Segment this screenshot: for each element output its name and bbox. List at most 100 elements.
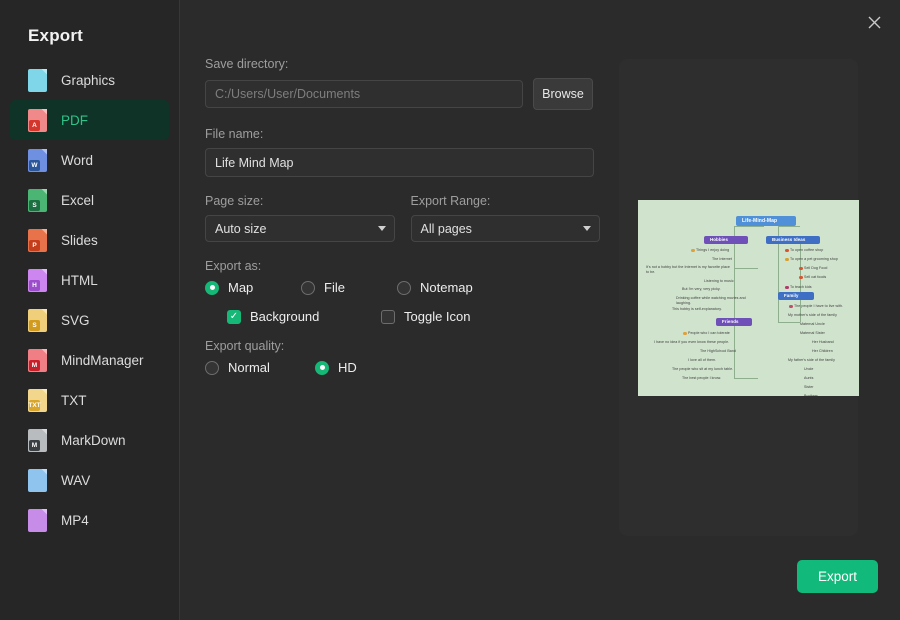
export-dialog: Export Graphics A PDF W Word S Excel P Slides H HT… bbox=[0, 0, 900, 620]
sidebar-item-html[interactable]: H HTML bbox=[10, 260, 169, 300]
export-as-option-notemap[interactable]: Notemap bbox=[397, 280, 517, 295]
export-preview-panel: Life-Mind-Map Hobbies Business Ideas Fam… bbox=[619, 59, 859, 536]
mindmap-root-node: Life-Mind-Map bbox=[736, 216, 796, 226]
file-icon-badge: M bbox=[29, 439, 40, 451]
file-icon-badge: W bbox=[29, 159, 40, 171]
mindmanager-file-icon: M bbox=[28, 348, 47, 372]
sidebar-item-wav[interactable]: WAV bbox=[10, 460, 169, 500]
checkbox-indicator: ✓ bbox=[227, 309, 241, 324]
mp4-file-icon bbox=[28, 508, 47, 532]
mindmap-branch-business: Business Ideas bbox=[766, 236, 820, 244]
sidebar-item-word[interactable]: W Word bbox=[10, 140, 169, 180]
mindmap-leaf: The people who sit at my lunch table. bbox=[672, 367, 734, 371]
sidebar-item-markdown[interactable]: M MarkDown bbox=[10, 420, 169, 460]
mindmap-leaf: It's not a hobby but the Internet is my … bbox=[646, 265, 730, 274]
checkbox-background[interactable]: ✓ Background bbox=[227, 309, 381, 324]
pdf-file-icon: A bbox=[28, 108, 47, 132]
sidebar-item-graphics[interactable]: Graphics bbox=[10, 60, 169, 100]
checkbox-indicator bbox=[381, 309, 395, 324]
sidebar-item-label: Excel bbox=[61, 192, 95, 208]
export-range-select[interactable]: All pages bbox=[410, 215, 600, 242]
word-file-icon: W bbox=[28, 148, 47, 172]
browse-button[interactable]: Browse bbox=[533, 78, 593, 110]
export-quality-option-normal[interactable]: Normal bbox=[205, 360, 315, 375]
sidebar-item-mp4[interactable]: MP4 bbox=[10, 500, 169, 540]
mindmap-leaf: Her Husband bbox=[812, 340, 834, 344]
graphics-file-icon bbox=[28, 68, 47, 92]
radio-indicator bbox=[315, 360, 329, 375]
checkbox-label: Toggle Icon bbox=[404, 309, 471, 324]
export-quality-label: Export quality: bbox=[205, 339, 285, 353]
mindmap-leaf: Aunts bbox=[804, 376, 814, 380]
export-as-radio-group: Map File Notemap bbox=[205, 280, 600, 295]
file-name-input[interactable]: Life Mind Map bbox=[205, 148, 594, 177]
mindmap-leaf: I have no idea if you even know these pe… bbox=[654, 340, 730, 344]
mindmap-leaf: The Internet bbox=[712, 257, 732, 261]
sidebar-item-pdf[interactable]: A PDF bbox=[10, 100, 169, 140]
page-size-label: Page size: bbox=[205, 194, 264, 208]
checkbox-toggle-icon[interactable]: Toggle Icon bbox=[381, 309, 535, 324]
mindmap-leaf: This hobby is self-explanatory. bbox=[672, 307, 722, 311]
mindmap-leaf: Things I enjoy doing bbox=[696, 248, 730, 252]
html-file-icon: H bbox=[28, 268, 47, 292]
sidebar-item-label: Graphics bbox=[61, 72, 116, 88]
mindmap-leaf: I love all of them. bbox=[688, 358, 717, 362]
mindmap-leaf: To teach kids bbox=[790, 285, 812, 289]
markdown-file-icon: M bbox=[28, 428, 47, 452]
mindmap-leaf-marker-icon bbox=[785, 248, 789, 253]
mindmap-branch-hobbies: Hobbies bbox=[704, 236, 748, 244]
sidebar-item-txt[interactable]: TXT TXT bbox=[10, 380, 169, 420]
export-main-panel: Save directory: C:/Users/User/Documents … bbox=[180, 0, 900, 620]
mindmap-leaf-marker-icon bbox=[785, 285, 789, 290]
mindmap-leaf: Sell cat foods bbox=[804, 275, 827, 279]
sidebar-item-svg[interactable]: S SVG bbox=[10, 300, 169, 340]
option-label: HD bbox=[338, 360, 357, 375]
radio-indicator bbox=[397, 280, 411, 295]
radio-indicator bbox=[301, 280, 315, 295]
mindmap-leaf: But I'm very, very picky. bbox=[682, 287, 721, 291]
page-size-select[interactable]: Auto size bbox=[205, 215, 395, 242]
sidebar-item-label: TXT bbox=[61, 392, 87, 408]
save-directory-input[interactable]: C:/Users/User/Documents bbox=[205, 80, 523, 108]
save-directory-row: C:/Users/User/Documents Browse bbox=[205, 78, 600, 110]
mindmap-leaf-marker-icon bbox=[799, 266, 803, 271]
mindmap-leaf: Drinking coffee while watching movies an… bbox=[676, 296, 746, 305]
sidebar-item-excel[interactable]: S Excel bbox=[10, 180, 169, 220]
sidebar-item-slides[interactable]: P Slides bbox=[10, 220, 169, 260]
save-directory-label: Save directory: bbox=[205, 57, 289, 71]
mindmap-leaf: The HighSchool Band bbox=[700, 349, 736, 353]
export-as-option-file[interactable]: File bbox=[301, 280, 397, 295]
file-icon-badge: S bbox=[29, 319, 40, 331]
file-icon-badge: P bbox=[29, 239, 40, 251]
mindmap-leaf: To open a pet grooming shop bbox=[790, 257, 838, 261]
export-quality-radio-group: Normal HD bbox=[205, 360, 600, 375]
option-label: Map bbox=[228, 280, 254, 295]
export-as-option-map[interactable]: Map bbox=[205, 280, 301, 295]
export-range-value: All pages bbox=[420, 221, 472, 236]
sidebar-item-label: WAV bbox=[61, 472, 91, 488]
mindmap-branch-friends: Friends bbox=[716, 318, 752, 326]
txt-file-icon: TXT bbox=[28, 388, 47, 412]
sidebar-item-mindmanager[interactable]: M MindManager bbox=[10, 340, 169, 380]
mindmap-leaf: Sell Dog Food bbox=[804, 266, 828, 270]
export-button[interactable]: Export bbox=[797, 560, 878, 593]
close-icon[interactable] bbox=[860, 8, 888, 36]
mindmap-canvas: Life-Mind-Map Hobbies Business Ideas Fam… bbox=[638, 200, 859, 396]
chevron-down-icon bbox=[377, 226, 386, 231]
mindmap-leaf-marker-icon bbox=[789, 304, 793, 309]
sidebar-item-label: MarkDown bbox=[61, 432, 126, 448]
mindmap-leaf-marker-icon bbox=[691, 248, 695, 253]
sidebar-item-label: SVG bbox=[61, 312, 90, 328]
file-icon-badge: A bbox=[29, 119, 40, 131]
mindmap-leaf: The people I have to live with. bbox=[794, 304, 844, 308]
file-icon-badge: M bbox=[29, 359, 40, 371]
sidebar-item-label: MindManager bbox=[61, 352, 144, 368]
mindmap-leaf: To open coffee shop bbox=[790, 248, 824, 252]
export-quality-option-hd[interactable]: HD bbox=[315, 360, 405, 375]
svg-file-icon: S bbox=[28, 308, 47, 332]
export-as-label: Export as: bbox=[205, 259, 262, 273]
mindmap-leaf: Uncle bbox=[804, 367, 814, 371]
mindmap-preview-thumbnail: Life-Mind-Map Hobbies Business Ideas Fam… bbox=[638, 200, 859, 396]
mindmap-branch-family: Family bbox=[778, 292, 814, 300]
excel-file-icon: S bbox=[28, 188, 47, 212]
